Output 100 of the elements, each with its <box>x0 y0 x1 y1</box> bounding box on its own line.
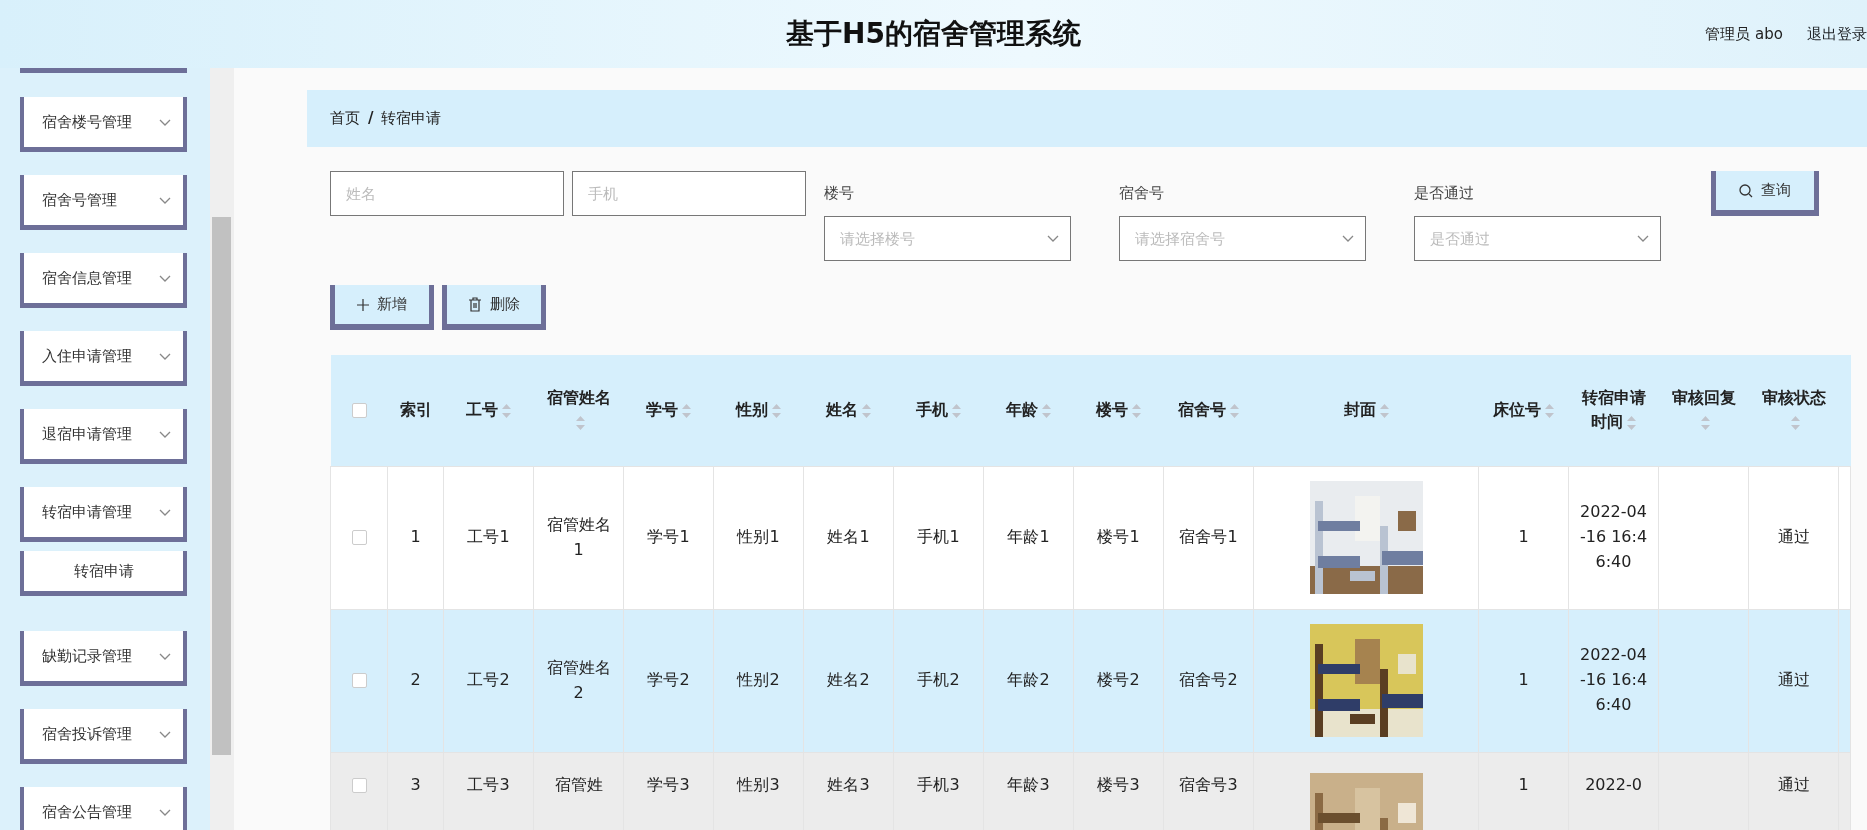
sort-icon <box>772 403 781 418</box>
column-header[interactable]: 姓名 <box>826 398 871 423</box>
table-cell: 工号1 <box>467 527 510 547</box>
table-cell: 工号3 <box>467 774 510 794</box>
dropdown-field[interactable]: 请选择宿舍号 <box>1119 216 1366 261</box>
filter-label: 楼号 <box>824 183 854 204</box>
table-cell: 性别3 <box>737 774 780 794</box>
sidebar-menu-item[interactable]: 宿舍号管理 <box>20 175 187 230</box>
table-cell: 性别2 <box>737 670 780 690</box>
sort-icon <box>862 403 871 418</box>
table-cell: 3 <box>410 774 421 794</box>
row-checkbox[interactable] <box>351 673 367 689</box>
table-cell-text: 2022-04-16 16:46:40 <box>1579 644 1648 716</box>
table-cell: 姓名1 <box>827 527 870 547</box>
chevron-icon <box>159 196 171 204</box>
sort-icon <box>1791 415 1800 430</box>
breadcrumb-link[interactable]: 首页 <box>330 107 360 130</box>
text-field[interactable]: 姓名 <box>330 171 564 216</box>
column-header[interactable]: 手机 <box>916 398 961 423</box>
chevron-icon <box>159 274 171 282</box>
sidebar-menu-item[interactable]: 入住申请管理 <box>20 331 187 386</box>
sidebar-menu-item[interactable]: 宿舍信息管理 <box>20 253 187 308</box>
delete-button[interactable]: 删除 <box>442 285 546 330</box>
table-cell: 宿舍号3 <box>1179 774 1238 794</box>
sidebar-menu-item[interactable]: 缺勤记录管理 <box>20 631 187 686</box>
row-checkbox[interactable] <box>351 530 367 546</box>
sort-icon <box>682 403 691 418</box>
table-cell: 宿管姓名2 <box>546 657 611 702</box>
select-all-checkbox[interactable] <box>351 403 367 419</box>
chevron-icon <box>159 730 171 738</box>
table-cell: 宿管姓名1 <box>546 514 611 559</box>
sort-icon <box>1545 403 1554 418</box>
app-title: 基于H5的宿舍管理系统 <box>786 16 1081 52</box>
chevron-icon <box>159 508 171 516</box>
table-cell: 学号1 <box>647 527 690 547</box>
sidebar-menu-item[interactable]: 宿舍投诉管理 <box>20 709 187 764</box>
column-header[interactable]: 工号 <box>466 398 511 423</box>
chevron-icon <box>1637 235 1649 242</box>
sort-icon <box>1230 403 1239 418</box>
add-button[interactable]: 新增 <box>330 285 434 330</box>
table-cell: 楼号2 <box>1097 670 1140 690</box>
sort-icon <box>1627 415 1636 430</box>
table-cell: 楼号3 <box>1097 774 1140 794</box>
column-header[interactable]: 楼号 <box>1096 398 1141 423</box>
column-header[interactable]: 封面 <box>1343 398 1389 423</box>
row-checkbox[interactable] <box>351 777 367 793</box>
column-header: 索引 <box>399 399 432 422</box>
search-icon <box>1739 183 1753 198</box>
table-cell: 手机3 <box>917 774 960 794</box>
sort-icon <box>1042 403 1051 418</box>
table-cell: 1 <box>1518 670 1529 690</box>
table-cell: 1 <box>410 527 421 547</box>
table-cell: 工号2 <box>467 670 510 690</box>
table-cell: 1 <box>1518 527 1529 547</box>
plus-icon <box>357 298 369 311</box>
text-field[interactable]: 手机 <box>572 171 806 216</box>
table-cell: 2 <box>410 670 421 690</box>
table-cell: 年龄3 <box>1007 774 1050 794</box>
sort-icon <box>952 403 961 418</box>
filter-label: 宿舍号 <box>1119 183 1164 204</box>
sidebar-menu-item[interactable]: 宿舍楼号管理 <box>20 97 187 152</box>
table-cell: 姓名3 <box>827 774 870 794</box>
column-header[interactable]: 宿舍号 <box>1178 398 1239 423</box>
sort-icon <box>1701 415 1710 430</box>
search-button[interactable]: 查询 <box>1711 171 1819 216</box>
table-cell-text: 2022-0 <box>1584 773 1643 796</box>
dropdown-field[interactable]: 请选择楼号 <box>824 216 1071 261</box>
chevron-icon <box>159 118 171 126</box>
sort-icon <box>502 403 511 418</box>
column-header[interactable]: 床位号 <box>1493 398 1554 423</box>
column-header[interactable]: 性别 <box>736 398 781 423</box>
dropdown-field[interactable]: 是否通过 <box>1414 216 1661 261</box>
sidebar-menu-item[interactable]: 退宿申请管理 <box>20 409 187 464</box>
filter-label: 是否通过 <box>1414 183 1474 204</box>
table-cell: 宿舍号1 <box>1179 527 1238 547</box>
table-cell: 姓名2 <box>827 670 870 690</box>
column-header[interactable]: 学号 <box>646 398 691 423</box>
table-cell: 1 <box>1518 774 1529 794</box>
sort-icon <box>1132 403 1141 418</box>
logout-link[interactable]: 退出登录 <box>1807 22 1867 46</box>
sidebar-submenu-item[interactable]: 转宿申请 <box>20 551 187 596</box>
table-cell: 学号3 <box>647 774 690 794</box>
chevron-icon <box>159 352 171 360</box>
table-cell: 年龄1 <box>1007 527 1050 547</box>
chevron-icon <box>159 430 171 438</box>
sidebar-menu-item[interactable]: 宿舍公告管理 <box>20 787 187 830</box>
trash-icon <box>468 297 482 312</box>
column-header[interactable]: 年龄 <box>1006 398 1051 423</box>
chevron-icon <box>1342 235 1354 242</box>
table-cell: 性别1 <box>737 527 780 547</box>
table-cell: 手机1 <box>917 527 960 547</box>
table-cell-text: 2022-04-16 16:46:40 <box>1579 501 1648 573</box>
sidebar-menu-item[interactable]: 转宿申请管理 <box>20 487 187 542</box>
table-cell: 宿管姓 <box>554 774 603 794</box>
sort-icon <box>576 415 585 430</box>
user-label: 管理员 abo <box>1705 23 1783 45</box>
breadcrumb-separator: / <box>368 108 374 130</box>
chevron-icon <box>159 808 171 816</box>
table-cell: 通过 <box>1777 670 1810 690</box>
scrollbar-thumb[interactable] <box>212 217 231 755</box>
